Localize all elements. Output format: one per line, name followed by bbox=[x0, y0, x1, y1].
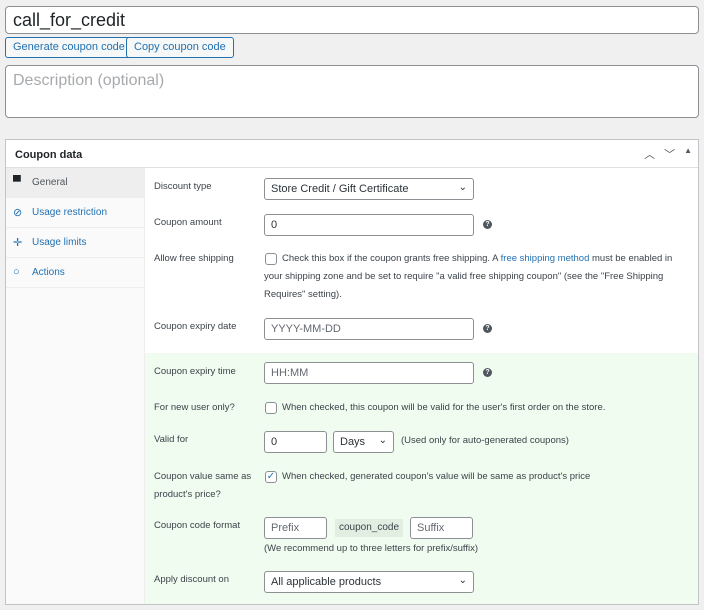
code-format-note: (We recommend up to three letters for pr… bbox=[264, 543, 479, 554]
chevron-down-icon: ⌄ bbox=[458, 575, 467, 586]
ban-icon: ⊘ bbox=[13, 207, 23, 219]
valid-for-unit-select[interactable]: Days ⌄ bbox=[333, 431, 394, 453]
panel-title: Coupon data bbox=[6, 140, 698, 168]
sidebar-item-actions[interactable]: ○ Actions bbox=[6, 258, 145, 288]
sidebar-item-label: General bbox=[32, 177, 68, 188]
sidebar-item-usage-limits[interactable]: ✛ Usage limits bbox=[6, 228, 145, 258]
code-format-label: Coupon code format bbox=[154, 520, 241, 531]
suffix-input[interactable]: Suffix bbox=[410, 517, 473, 539]
move-up-icon[interactable]: ︿ bbox=[644, 146, 655, 162]
generate-coupon-button[interactable]: Generate coupon code bbox=[5, 37, 133, 58]
description-textarea[interactable]: Description (optional) bbox=[5, 65, 699, 118]
valid-for-label: Valid for bbox=[154, 434, 189, 445]
expiry-time-label: Coupon expiry time bbox=[154, 366, 236, 377]
apply-discount-select[interactable]: All applicable products ⌄ bbox=[264, 571, 474, 593]
expiry-date-label: Coupon expiry date bbox=[154, 321, 237, 332]
discount-type-select[interactable]: Store Credit / Gift Certificate ⌄ bbox=[264, 178, 474, 200]
free-shipping-method-link[interactable]: free shipping method bbox=[501, 253, 590, 264]
free-shipping-description: Check this box if the coupon grants free… bbox=[264, 253, 673, 300]
copy-coupon-button[interactable]: Copy coupon code bbox=[126, 37, 234, 58]
help-icon[interactable]: ? bbox=[483, 220, 492, 229]
sidebar-item-label: Usage limits bbox=[32, 237, 87, 248]
move-down-icon[interactable]: ﹀ bbox=[664, 146, 675, 162]
coupon-code-input[interactable]: call_for_credit bbox=[5, 6, 699, 34]
same-price-checkbox[interactable]: ✓ bbox=[265, 471, 277, 483]
sidebar-item-general[interactable]: ▀ General bbox=[6, 168, 145, 198]
coupon-amount-label: Coupon amount bbox=[154, 217, 222, 228]
expiry-date-input[interactable]: YYYY-MM-DD bbox=[264, 318, 474, 340]
expiry-time-input[interactable]: HH:MM bbox=[264, 362, 474, 384]
prefix-input[interactable]: Prefix bbox=[264, 517, 327, 539]
sidebar-item-label: Usage restriction bbox=[32, 207, 108, 218]
coupon-amount-input[interactable]: 0 bbox=[264, 214, 474, 236]
sidebar-item-usage-restriction[interactable]: ⊘ Usage restriction bbox=[6, 198, 145, 228]
new-user-checkbox[interactable] bbox=[265, 402, 277, 414]
checkmark-icon: ✓ bbox=[266, 471, 276, 482]
sidebar-item-label: Actions bbox=[32, 267, 65, 278]
same-price-description: When checked, generated coupon's value w… bbox=[282, 471, 591, 482]
same-price-label: Coupon value same as product's price? bbox=[154, 471, 252, 500]
chevron-down-icon: ⌄ bbox=[378, 435, 387, 446]
circle-icon: ○ bbox=[13, 266, 20, 278]
new-user-label: For new user only? bbox=[154, 402, 235, 413]
discount-type-label: Discount type bbox=[154, 181, 212, 192]
apply-discount-label: Apply discount on bbox=[154, 574, 229, 585]
chevron-down-icon: ⌄ bbox=[458, 182, 467, 193]
sidebar: ▀ General ⊘ Usage restriction ✛ Usage limit… bbox=[6, 168, 145, 604]
new-user-description: When checked, this coupon will be valid … bbox=[282, 402, 606, 413]
collapse-icon[interactable]: ▲ bbox=[684, 146, 692, 162]
coupon-data-panel: Coupon data ︿ ﹀ ▲ ▀ General ⊘ Usage restrict… bbox=[5, 139, 699, 605]
coupon-code-token: coupon_code bbox=[335, 519, 404, 537]
ticket-icon: ▀ bbox=[13, 176, 21, 188]
limits-icon: ✛ bbox=[13, 237, 23, 249]
help-icon[interactable]: ? bbox=[483, 324, 492, 333]
valid-for-input[interactable]: 0 bbox=[264, 431, 327, 453]
free-shipping-label: Allow free shipping bbox=[154, 253, 234, 264]
valid-for-note: (Used only for auto-generated coupons) bbox=[401, 435, 569, 446]
help-icon[interactable]: ? bbox=[483, 368, 492, 377]
